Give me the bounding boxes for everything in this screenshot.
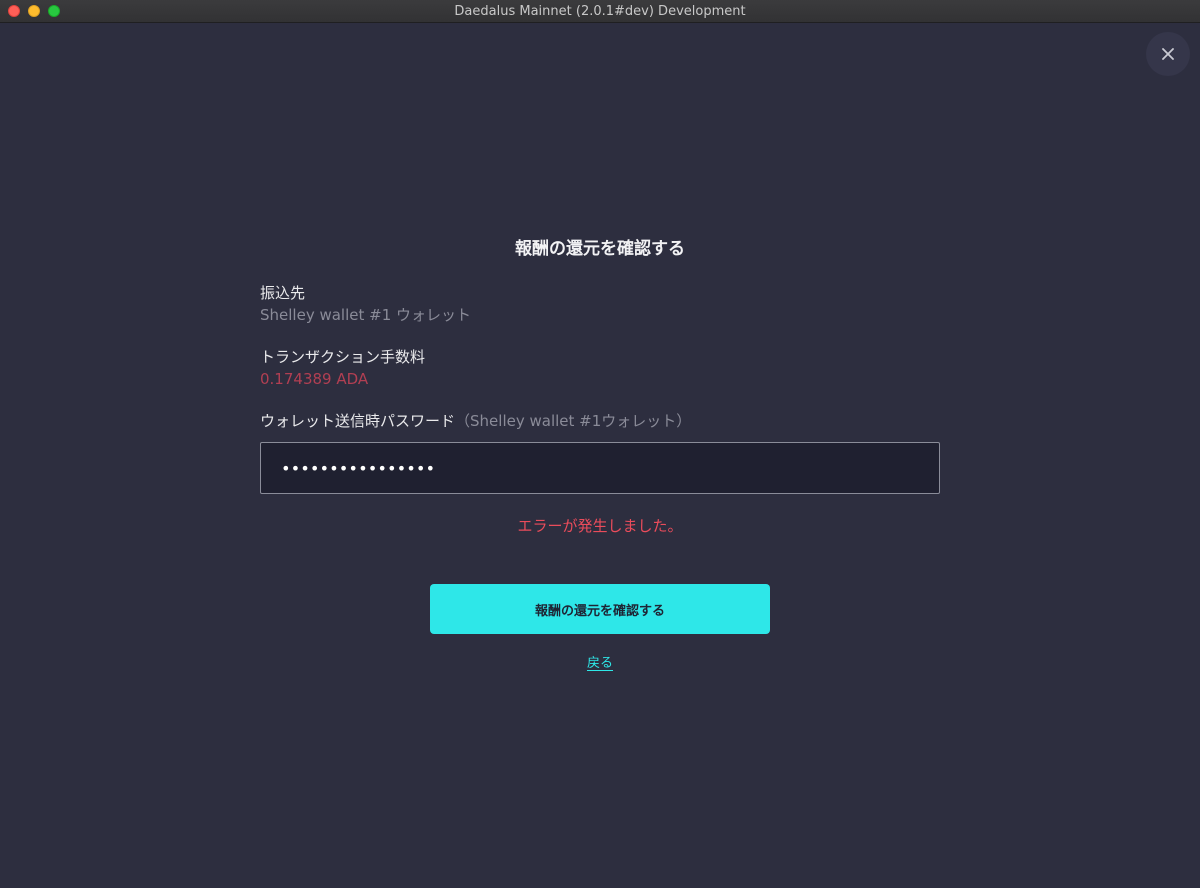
app-window: Daedalus Mainnet (2.0.1#dev) Development… (0, 0, 1200, 888)
back-link-row: 戻る (0, 655, 1200, 673)
close-icon (1162, 48, 1174, 60)
password-hint: （Shelley wallet #1ウォレット） (455, 412, 692, 430)
confirm-button[interactable]: 報酬の還元を確認する (430, 584, 770, 634)
fee-label: トランザクション手数料 (260, 348, 426, 366)
password-label: ウォレット送信時パスワード (260, 412, 456, 430)
fee-value: 0.174389 ADA (260, 370, 369, 388)
password-input[interactable] (260, 442, 940, 494)
title-bar: Daedalus Mainnet (2.0.1#dev) Development (0, 0, 1200, 23)
window-title: Daedalus Mainnet (2.0.1#dev) Development (454, 4, 746, 19)
dialog-title: 報酬の還元を確認する (515, 239, 685, 259)
error-message: エラーが発生しました。 (517, 517, 683, 535)
destination-label: 振込先 (260, 284, 306, 302)
destination-value: Shelley wallet #1 ウォレット (260, 306, 472, 324)
password-label-row: ウォレット送信時パスワード（Shelley wallet #1ウォレット） (260, 411, 691, 431)
dialog-close-button[interactable] (1146, 32, 1190, 76)
back-link[interactable]: 戻る (587, 656, 613, 671)
